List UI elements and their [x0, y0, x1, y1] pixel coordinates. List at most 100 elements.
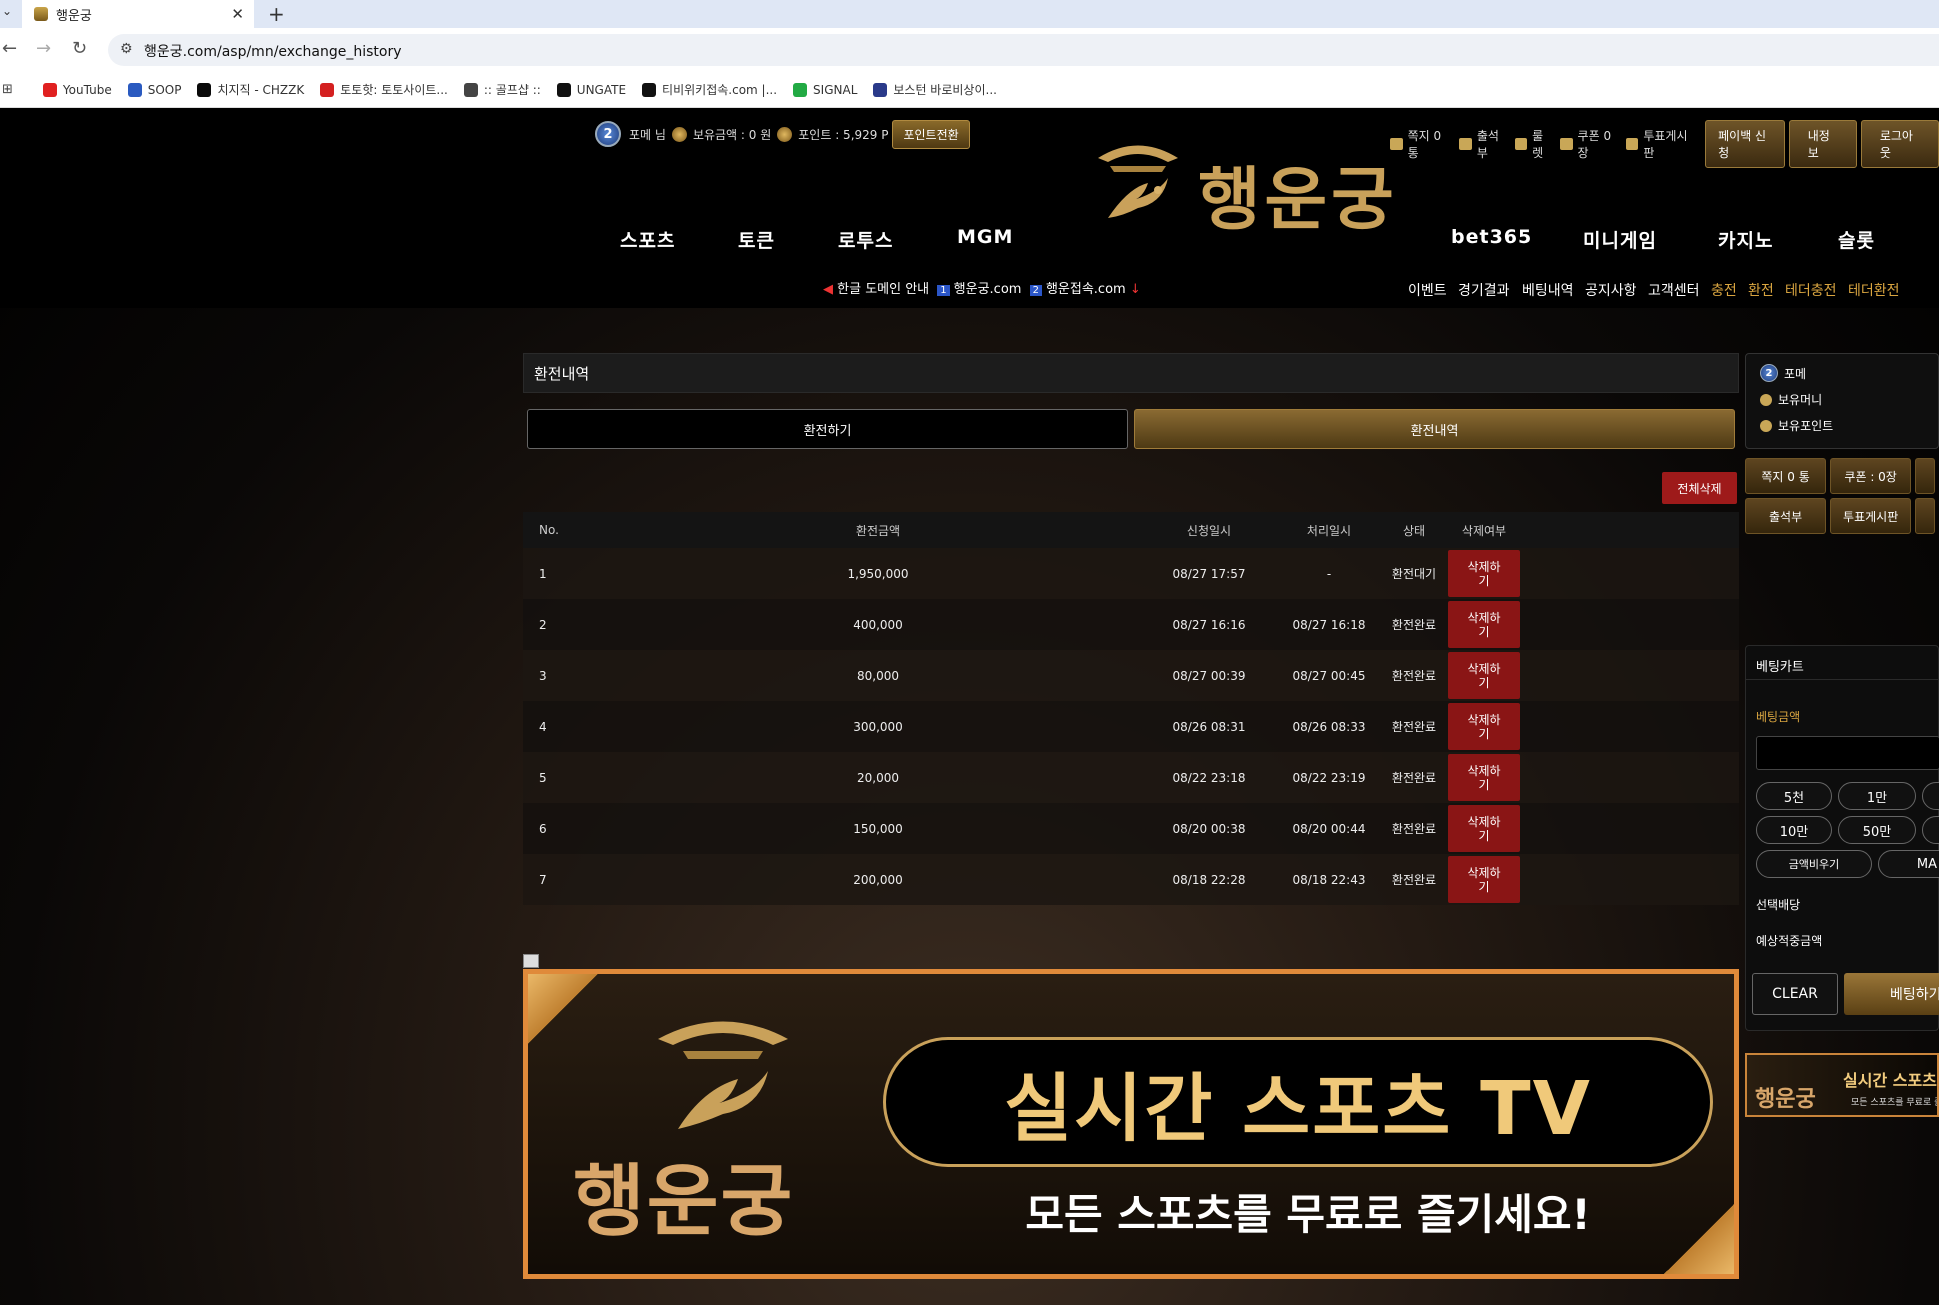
exchange-history-table: No. 환전금액 신청일시 처리일시 상태 삭제여부 1 1,950,000 08/… [523, 512, 1739, 905]
bookmark-favicon-icon [793, 82, 808, 97]
vote-board-link[interactable]: 투표게시판 [1625, 127, 1693, 161]
subnav-event[interactable]: 이벤트 [1408, 280, 1447, 300]
bookmark-item[interactable]: :: 골프샵 :: [463, 81, 541, 98]
subnav-bet-history[interactable]: 베팅내역 [1522, 280, 1574, 300]
cart-clear-button[interactable]: CLEAR [1752, 973, 1838, 1015]
new-tab-plus-icon[interactable]: + [268, 2, 285, 26]
tab-close-icon[interactable]: ✕ [231, 5, 244, 23]
subnav-withdraw[interactable]: 환전 [1748, 280, 1774, 300]
nav-minigame[interactable]: 미니게임 [1583, 226, 1657, 253]
chip-10k[interactable]: 1만 [1838, 782, 1916, 810]
bookmark-favicon-icon [320, 82, 335, 97]
tab-list-chevron-icon[interactable]: ⌄ [2, 4, 12, 18]
nav-mgm[interactable]: MGM [957, 226, 1013, 248]
delete-row-button[interactable]: 삭제하기 [1448, 754, 1520, 801]
bookmark-item[interactable]: 보스턴 바로비상이... [873, 81, 997, 98]
sidebar-messages-button[interactable]: 쪽지 0 통 [1745, 458, 1827, 494]
sidebar-vote-button[interactable]: 투표게시판 [1830, 498, 1912, 534]
place-bet-button[interactable]: 베팅하기 [1844, 973, 1939, 1015]
sports-tv-banner[interactable]: 행운궁 실시간 스포츠 TV 모든 스포츠를 무료로 즐기세요! [523, 969, 1739, 1279]
tab-exchange-history[interactable]: 환전내역 [1134, 409, 1735, 449]
chip-more[interactable] [1922, 782, 1939, 810]
delete-row-button[interactable]: 삭제하기 [1448, 805, 1520, 852]
bet-amount-input[interactable] [1756, 736, 1939, 770]
sidebar-attendance-button[interactable]: 출석부 [1745, 498, 1827, 534]
chip-100k[interactable]: 10만 [1756, 816, 1832, 844]
chip-5k[interactable]: 5천 [1756, 782, 1832, 810]
logout-button[interactable]: 로그아웃 [1860, 120, 1939, 168]
my-info-button[interactable]: 내정보 [1788, 120, 1857, 168]
reload-icon[interactable]: ↻ [72, 38, 87, 59]
nav-bet365[interactable]: bet365 [1451, 226, 1532, 248]
delete-row-button[interactable]: 삭제하기 [1448, 550, 1520, 597]
chip-more-2[interactable] [1922, 816, 1939, 844]
max-button[interactable]: MA [1878, 850, 1939, 878]
nav-casino[interactable]: 카지노 [1718, 226, 1773, 253]
bookmark-label: 토토핫: 토토사이트... [340, 83, 448, 97]
coupons-link[interactable]: 쿠폰 0장 [1559, 127, 1618, 161]
sidebar-user-box: 2 포메 보유머니 보유포인트 [1745, 353, 1939, 449]
attendance-link[interactable]: 출석부 [1459, 127, 1506, 161]
url-field[interactable]: ⚙ 행운궁.com/asp/mn/exchange_history [108, 34, 1939, 66]
delete-row-button[interactable]: 삭제하기 [1448, 856, 1520, 903]
chip-500k[interactable]: 50만 [1838, 816, 1916, 844]
delete-row-button[interactable]: 삭제하기 [1448, 703, 1520, 750]
bookmark-item[interactable]: 티비위키접속.com |... [642, 81, 777, 98]
bookmark-label: YouTube [62, 82, 112, 97]
notice-domain-2[interactable]: 행운접속.com [1046, 282, 1126, 297]
subnav-tether-withdraw[interactable]: 테더환전 [1848, 280, 1900, 300]
bookmark-label: 티비위키접속.com |... [662, 83, 778, 97]
clear-amount-button[interactable]: 금액비우기 [1756, 850, 1872, 878]
cell-amount: 80,000 [857, 668, 899, 683]
site-info-icon[interactable]: ⚙ [120, 41, 133, 57]
gift-icon [1559, 138, 1573, 150]
delete-row-button[interactable]: 삭제하기 [1448, 601, 1520, 648]
sidebar-more-button-2[interactable] [1915, 498, 1935, 534]
vote-board-label: 투표게시판 [1643, 129, 1688, 160]
back-arrow-icon[interactable]: ← [2, 38, 17, 59]
nav-token[interactable]: 토큰 [738, 226, 775, 253]
table-row: 5 20,000 08/22 23:18 08/22 23:19 환전완료 삭제하기 [523, 752, 1739, 803]
browser-tab[interactable]: 행운궁 ✕ [22, 0, 254, 28]
cell-requested: 08/26 08:31 [1172, 719, 1246, 734]
subnav-notice[interactable]: 공지사항 [1585, 280, 1637, 300]
sidebar-coupons-button[interactable]: 쿠폰 : 0장 [1830, 458, 1912, 494]
sidebar-banner-sub: 모든 스포츠를 무료로 즐 [1851, 1098, 1939, 1108]
nav-sports[interactable]: 스포츠 [620, 226, 675, 253]
point-icon [1760, 419, 1772, 432]
notice-domain-1[interactable]: 행운궁.com [954, 282, 1022, 297]
nav-slot[interactable]: 슬롯 [1838, 226, 1875, 253]
bookmark-favicon-icon [197, 82, 212, 97]
bookmark-item[interactable]: SOOP [127, 82, 181, 97]
domain-notice: ◀ 한글 도메인 안내 1 행운궁.com 2 행운접속.com ↓ [823, 278, 1141, 297]
sidebar-sports-tv-banner[interactable]: 행운궁 실시간 스포츠 모든 스포츠를 무료로 즐 [1745, 1053, 1939, 1117]
bookmark-item[interactable]: YouTube [42, 82, 112, 97]
sidebar-button-row-1: 쪽지 0 통 쿠폰 : 0장 [1745, 458, 1939, 494]
subnav-results[interactable]: 경기결과 [1458, 280, 1510, 300]
selected-odds-label: 선택배당 [1756, 898, 1801, 912]
roulette-link[interactable]: 룰렛 [1514, 127, 1552, 161]
sidebar-point-label: 보유포인트 [1778, 419, 1834, 433]
subnav-support[interactable]: 고객센터 [1648, 280, 1700, 300]
col-requested: 신청일시 [1186, 523, 1232, 538]
subnav-tether-deposit[interactable]: 테더충전 [1785, 280, 1837, 300]
subnav-deposit[interactable]: 충전 [1711, 280, 1737, 300]
bookmark-item[interactable]: 토토핫: 토토사이트... [320, 81, 448, 98]
apps-grid-icon[interactable]: ⊞ [2, 82, 13, 97]
bookmark-item[interactable]: 치지직 - CHZZK [197, 81, 304, 98]
nav-lotus[interactable]: 로투스 [838, 226, 893, 253]
sidebar-money-label: 보유머니 [1778, 393, 1823, 407]
point-convert-button[interactable]: 포인트전환 [892, 119, 970, 149]
delete-all-button[interactable]: 전체삭제 [1662, 472, 1737, 504]
bet-cart-title: 베팅카트 [1746, 646, 1938, 680]
forward-arrow-icon[interactable]: → [36, 38, 51, 59]
sidebar-more-button[interactable] [1915, 458, 1935, 494]
site-logo[interactable]: 행운궁 [1088, 138, 1433, 240]
tab-exchange[interactable]: 환전하기 [527, 409, 1128, 449]
roulette-label: 룰렛 [1532, 129, 1544, 160]
table-row: 3 80,000 08/27 00:39 08/27 00:45 환전완료 삭제하기 [523, 650, 1739, 701]
bookmark-item[interactable]: SIGNAL [793, 82, 857, 97]
bookmark-item[interactable]: UNGATE [556, 82, 626, 97]
delete-row-button[interactable]: 삭제하기 [1448, 652, 1520, 699]
payback-button[interactable]: 페이백 신청 [1705, 120, 1785, 168]
